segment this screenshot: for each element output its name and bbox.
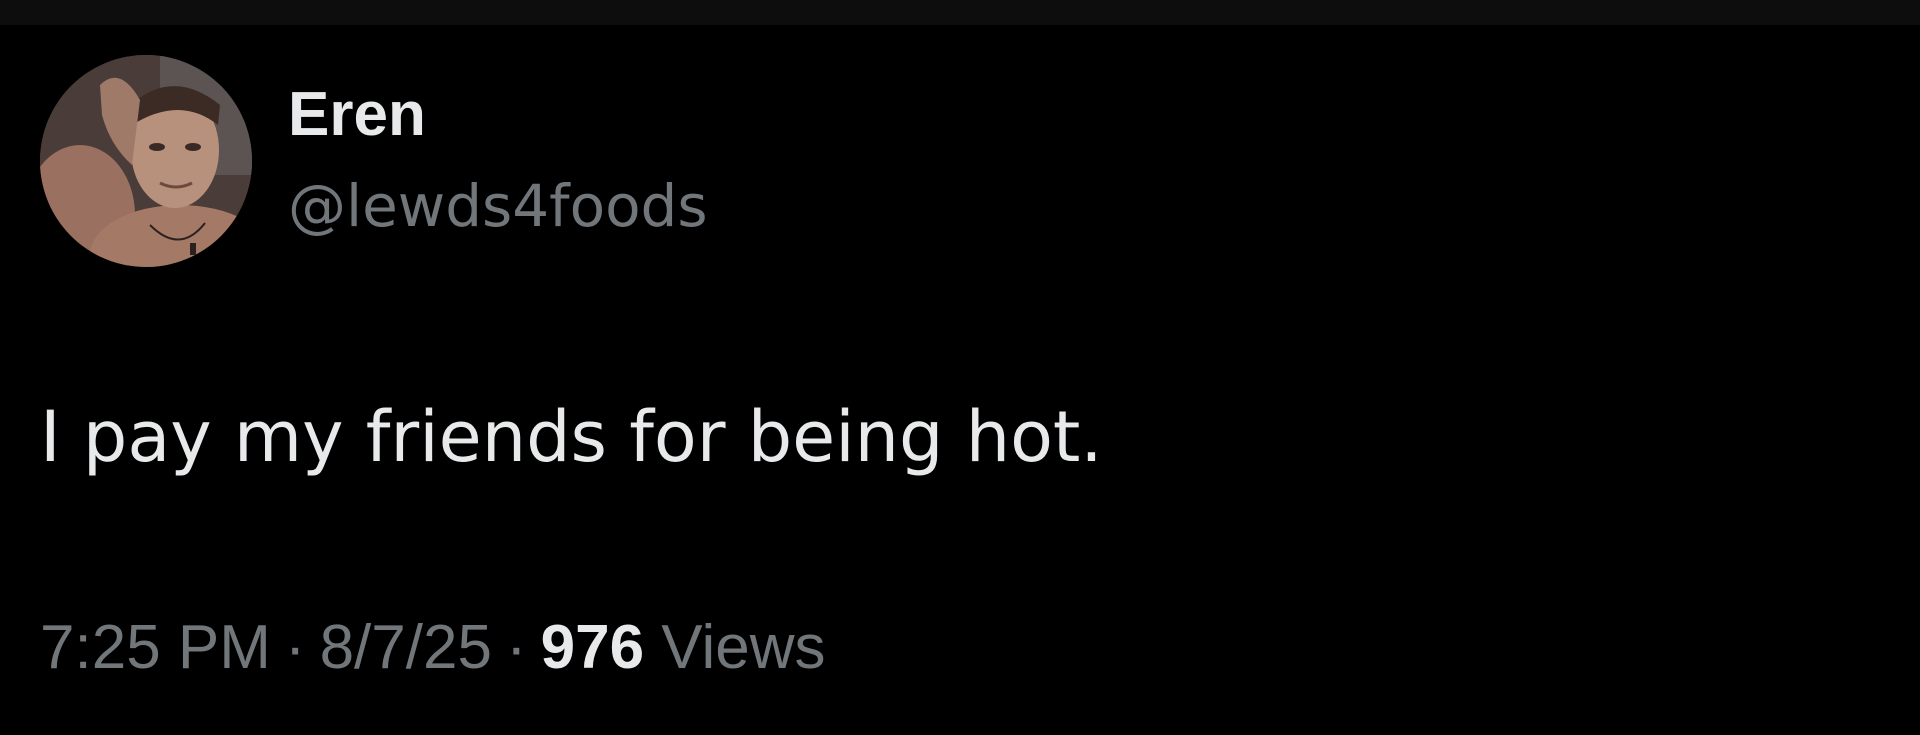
- avatar[interactable]: [40, 55, 252, 267]
- views-label[interactable]: Views: [661, 613, 825, 682]
- author-handle[interactable]: @lewds4foods: [288, 172, 708, 240]
- meta-separator: ·: [284, 613, 306, 682]
- views-count[interactable]: 976: [541, 613, 644, 682]
- tweet-time[interactable]: 7:25 PM: [40, 613, 271, 682]
- tweet-text: I pay my friends for being hot.: [40, 396, 1103, 478]
- meta-separator: ·: [505, 613, 527, 682]
- author-display-name[interactable]: Eren: [288, 80, 426, 150]
- avatar-photo: [40, 55, 252, 267]
- tweet-meta: 7:25 PM · 8/7/25 · 976 Views: [40, 612, 826, 684]
- tweet-page: Eren @lewds4foods I pay my friends for b…: [0, 0, 1920, 735]
- tweet-date[interactable]: 8/7/25: [320, 613, 492, 682]
- top-strip: [0, 0, 1920, 25]
